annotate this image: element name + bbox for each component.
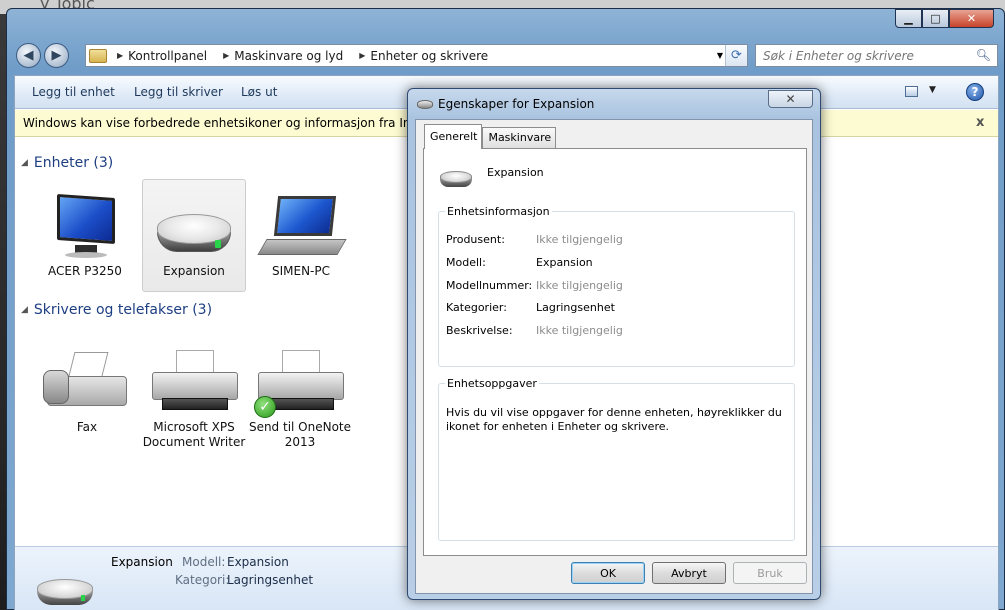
- details-category-key: Kategori:: [175, 573, 230, 587]
- info-key: Modellnummer:: [446, 279, 533, 292]
- details-model-value: Expansion: [227, 555, 289, 569]
- device-tasks-text: Hvis du vil vise oppgaver for denne enhe…: [446, 406, 782, 433]
- view-dropdown-icon[interactable]: ▼: [929, 85, 936, 95]
- change-view-icon[interactable]: [905, 86, 918, 97]
- caption-buttons: ▁ □ ✕: [895, 9, 994, 28]
- breadcrumb-hardware-sound[interactable]: Maskinvare og lyd: [234, 49, 343, 63]
- fax-icon: [41, 350, 133, 416]
- details-device-name: Expansion: [111, 555, 173, 569]
- breadcrumb-separator-icon[interactable]: ▶: [359, 51, 365, 60]
- device-label-line: Document Writer: [142, 435, 246, 449]
- device-label: Microsoft XPS Document Writer: [142, 420, 246, 450]
- group-printers-title: Skrivere og telefakser (3): [33, 302, 213, 318]
- laptop-icon: [256, 194, 347, 260]
- info-value: Ikke tilgjengelig: [536, 324, 623, 337]
- group-devices-title: Enheter (3): [33, 155, 114, 171]
- apply-button[interactable]: Bruk: [733, 562, 807, 584]
- info-key: Modell:: [446, 256, 486, 269]
- dialog-body: Generelt Maskinvare Expansion Enhetsinfo…: [415, 119, 813, 594]
- maximize-button[interactable]: □: [922, 9, 949, 28]
- tab-general[interactable]: Generelt: [424, 124, 483, 149]
- help-icon[interactable]: ?: [966, 83, 984, 101]
- back-button[interactable]: ◀: [16, 43, 41, 68]
- default-printer-check-icon: ✓: [254, 396, 276, 418]
- forward-button[interactable]: ▶: [44, 43, 69, 68]
- minimize-button[interactable]: ▁: [895, 9, 922, 28]
- tab-strip: Generelt Maskinvare: [424, 124, 557, 149]
- device-info-group: Enhetsinformasjon Produsent: Ikke tilgje…: [438, 205, 795, 367]
- control-panel-icon: [89, 48, 107, 63]
- details-model-key: Modell:: [182, 555, 226, 569]
- tab-hardware[interactable]: Maskinvare: [482, 127, 557, 149]
- search-box[interactable]: 🔍︎: [755, 44, 998, 67]
- info-bar-close-icon[interactable]: x: [976, 115, 984, 130]
- device-microsoft-xps[interactable]: Microsoft XPS Document Writer: [142, 332, 246, 452]
- search-icon[interactable]: 🔍︎: [976, 48, 991, 62]
- info-key: Beskrivelse:: [446, 324, 513, 337]
- device-label: Send til OneNote 2013: [248, 420, 352, 450]
- device-label-line: Microsoft XPS: [153, 420, 235, 434]
- device-label: ACER P3250: [48, 264, 122, 278]
- dialog-title: Egenskaper for Expansion: [438, 97, 595, 111]
- eject-button[interactable]: Løs ut: [241, 85, 277, 99]
- device-tasks-group: Enhetsoppgaver Hvis du vil vise oppgaver…: [438, 377, 795, 541]
- dialog-close-button[interactable]: ✕: [768, 90, 813, 108]
- navigation-row: ◀ ▶ ▶ Kontrollpanel ▶ Maskinvare og lyd …: [7, 41, 1005, 71]
- info-value: Expansion: [536, 256, 593, 269]
- printer-icon: [148, 350, 240, 416]
- external-drive-icon: [440, 171, 472, 189]
- device-label: Fax: [76, 420, 98, 434]
- device-simen-pc[interactable]: SIMEN-PC: [249, 180, 353, 292]
- ok-button[interactable]: OK: [571, 562, 645, 584]
- group-devices-header[interactable]: ◢ Enheter (3): [21, 155, 113, 171]
- breadcrumb-devices-printers[interactable]: Enheter og skrivere: [370, 49, 488, 63]
- device-tasks-legend: Enhetsoppgaver: [447, 377, 537, 390]
- info-key: Produsent:: [446, 233, 505, 246]
- refresh-icon[interactable]: ⟳: [725, 45, 747, 66]
- info-bar-text[interactable]: Windows kan vise forbedrede enhetsikoner…: [23, 116, 467, 130]
- details-category-value: Lagringsenhet: [227, 573, 314, 587]
- collapse-triangle-icon[interactable]: ◢: [21, 305, 28, 315]
- add-printer-button[interactable]: Legg til skriver: [134, 85, 223, 99]
- device-label-line: 2013: [284, 435, 316, 449]
- info-value: Lagringsenhet: [536, 301, 615, 314]
- properties-dialog: Egenskaper for Expansion ✕ Generelt Mask…: [407, 88, 821, 600]
- address-bar[interactable]: ▶ Kontrollpanel ▶ Maskinvare og lyd ▶ En…: [85, 44, 748, 67]
- device-label-line: Send til OneNote: [248, 420, 352, 434]
- dialog-device-name: Expansion: [487, 166, 544, 179]
- device-fax[interactable]: Fax: [35, 332, 139, 442]
- info-key: Kategorier:: [446, 301, 507, 314]
- close-button[interactable]: ✕: [949, 9, 994, 28]
- device-info-legend: Enhetsinformasjon: [447, 205, 550, 218]
- collapse-triangle-icon[interactable]: ◢: [21, 158, 28, 168]
- external-drive-icon: [35, 575, 95, 609]
- monitor-icon: [51, 193, 119, 260]
- cancel-button[interactable]: Avbryt: [652, 562, 726, 584]
- printer-icon: ✓: [254, 350, 346, 418]
- breadcrumb-separator-icon[interactable]: ▶: [117, 51, 123, 60]
- breadcrumb-control-panel[interactable]: Kontrollpanel: [128, 49, 207, 63]
- breadcrumb-separator-icon[interactable]: ▶: [223, 51, 229, 60]
- group-printers-header[interactable]: ◢ Skrivere og telefakser (3): [21, 302, 212, 318]
- tab-panel-general: Expansion Enhetsinformasjon Produsent: I…: [423, 148, 807, 556]
- device-expansion[interactable]: Expansion: [142, 179, 246, 292]
- device-send-to-onenote[interactable]: ✓ Send til OneNote 2013: [248, 332, 352, 452]
- device-label: Expansion: [163, 264, 225, 278]
- address-dropdown-icon[interactable]: ▼: [717, 51, 723, 60]
- device-label: SIMEN-PC: [271, 264, 330, 278]
- external-drive-icon: [153, 194, 235, 260]
- add-device-button[interactable]: Legg til enhet: [32, 85, 115, 99]
- info-value: Ikke tilgjengelig: [536, 233, 623, 246]
- drive-title-icon: [417, 100, 433, 109]
- search-input[interactable]: [756, 45, 966, 66]
- info-value: Ikke tilgjengelig: [536, 279, 623, 292]
- device-acer-p3250[interactable]: ACER P3250: [33, 180, 137, 292]
